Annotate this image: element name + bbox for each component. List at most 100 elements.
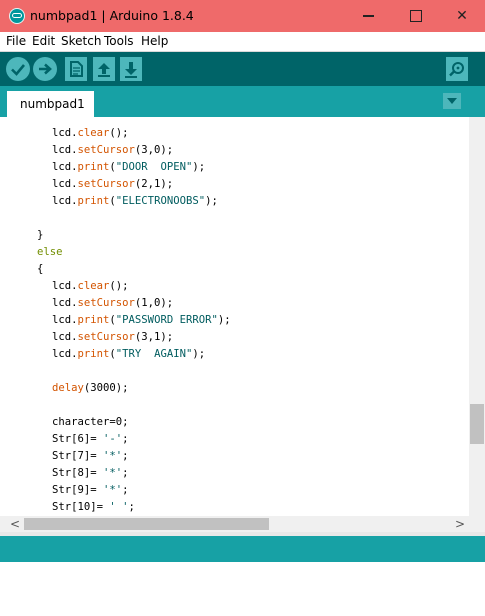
tab-bar: numbpad1 — [0, 86, 485, 117]
minimize-button[interactable] — [345, 0, 391, 32]
code-token: lcd. — [52, 127, 78, 139]
document-icon — [70, 61, 83, 77]
close-button[interactable]: ✕ — [439, 0, 485, 32]
close-icon: ✕ — [456, 8, 468, 24]
tab-numbpad1[interactable]: numbpad1 — [7, 91, 94, 117]
arrow-right-icon — [39, 63, 52, 75]
code-token: ); — [192, 348, 206, 360]
code-token: "PASSWORD ERROR" — [115, 314, 218, 326]
code-token: ; — [122, 433, 129, 445]
code-token: print — [77, 161, 110, 173]
code-token: setCursor — [77, 144, 135, 156]
code-token: lcd. — [52, 297, 78, 309]
code-token: Str[9]= — [52, 484, 104, 496]
code-token: delay — [52, 382, 84, 394]
code-token: lcd. — [52, 161, 78, 173]
menu-file[interactable]: File — [6, 34, 26, 48]
minimize-icon — [362, 15, 374, 17]
code-token: setCursor — [77, 331, 135, 343]
verify-button[interactable] — [6, 57, 30, 81]
code-token: (); — [109, 127, 129, 139]
code-token: ); — [192, 161, 206, 173]
code-token: Str[6]= — [52, 433, 104, 445]
code-token: Str[10]= — [52, 501, 110, 513]
code-token: } — [37, 229, 44, 241]
code-token: Str[7]= — [52, 450, 104, 462]
code-line: } — [37, 229, 43, 246]
menu-tools[interactable]: Tools — [104, 34, 134, 48]
code-token: clear — [77, 127, 110, 139]
code-line: else — [37, 246, 63, 263]
arrow-up-icon — [98, 63, 110, 77]
code-token: "DOOR OPEN" — [115, 161, 193, 173]
code-line: lcd.setCursor(2,1); — [52, 178, 173, 195]
tab-menu-button[interactable] — [443, 93, 461, 109]
code-line: { — [37, 263, 43, 280]
new-button[interactable] — [65, 57, 87, 81]
code-line: Str[7]= '*'; — [52, 450, 129, 467]
scrollbar-corner — [469, 516, 485, 532]
status-bar — [0, 536, 485, 562]
open-button[interactable] — [93, 57, 115, 81]
code-token: (); — [109, 280, 129, 292]
serial-monitor-button[interactable] — [446, 57, 468, 81]
scroll-left-icon[interactable]: < — [10, 517, 20, 531]
code-line: lcd.print("DOOR OPEN"); — [52, 161, 205, 178]
upload-button[interactable] — [33, 57, 57, 81]
code-line: lcd.clear(); — [52, 127, 129, 144]
magnifier-icon — [449, 62, 464, 77]
toolbar — [0, 52, 485, 86]
save-button[interactable] — [120, 57, 142, 81]
code-token: setCursor — [77, 178, 135, 190]
code-token: print — [77, 314, 110, 326]
code-token: '*' — [103, 484, 123, 496]
code-token: ); — [217, 314, 231, 326]
horizontal-scroll-thumb[interactable] — [24, 518, 269, 530]
arduino-logo-icon — [9, 8, 25, 24]
code-token: ; — [128, 501, 135, 513]
code-line: delay(3000); — [52, 382, 129, 399]
menu-bar: File Edit Sketch Tools Help — [0, 32, 485, 52]
arrow-down-icon — [125, 62, 137, 78]
maximize-icon — [410, 10, 422, 22]
menu-edit[interactable]: Edit — [32, 34, 55, 48]
code-token: (3000); — [83, 382, 129, 394]
horizontal-scrollbar[interactable]: < > — [0, 516, 469, 532]
code-token: character=0; — [52, 416, 129, 428]
code-line: lcd.setCursor(3,0); — [52, 144, 173, 161]
code-line: lcd.print("TRY AGAIN"); — [52, 348, 205, 365]
code-token: '*' — [103, 467, 123, 479]
code-token: ; — [122, 467, 129, 479]
check-icon — [11, 64, 25, 76]
code-token: '*' — [103, 450, 123, 462]
code-token: "TRY AGAIN" — [115, 348, 193, 360]
code-editor[interactable]: lcd.clear(); lcd.setCursor(3,0); lcd.print… — [0, 117, 469, 516]
menu-help[interactable]: Help — [141, 34, 168, 48]
code-token: lcd. — [52, 348, 78, 360]
code-token: print — [77, 195, 110, 207]
code-token: setCursor — [77, 297, 135, 309]
code-token: lcd. — [52, 331, 78, 343]
code-line: Str[10]= ' '; — [52, 501, 135, 516]
code-token: clear — [77, 280, 110, 292]
code-token: (1,0); — [134, 297, 174, 309]
window-title: numbpad1 | Arduino 1.8.4 — [30, 8, 194, 23]
code-line: character=0; — [52, 416, 129, 433]
code-token: (2,1); — [134, 178, 174, 190]
code-token: Str[8]= — [52, 467, 104, 479]
code-token: ; — [122, 484, 129, 496]
menu-sketch[interactable]: Sketch — [61, 34, 101, 48]
scroll-right-icon[interactable]: > — [455, 517, 465, 531]
code-token: (3,1); — [134, 331, 174, 343]
code-token: lcd. — [52, 280, 78, 292]
vertical-scroll-thumb[interactable] — [470, 404, 484, 444]
code-token: "ELECTRONOOBS" — [115, 195, 206, 207]
code-line: Str[8]= '*'; — [52, 467, 129, 484]
code-line: Str[9]= '*'; — [52, 484, 129, 501]
code-line: lcd.print("ELECTRONOOBS"); — [52, 195, 218, 212]
code-line: lcd.setCursor(3,1); — [52, 331, 173, 348]
code-token: ; — [122, 450, 129, 462]
code-token: ' ' — [109, 501, 129, 513]
vertical-scrollbar[interactable] — [469, 117, 485, 516]
maximize-button[interactable] — [393, 0, 439, 32]
